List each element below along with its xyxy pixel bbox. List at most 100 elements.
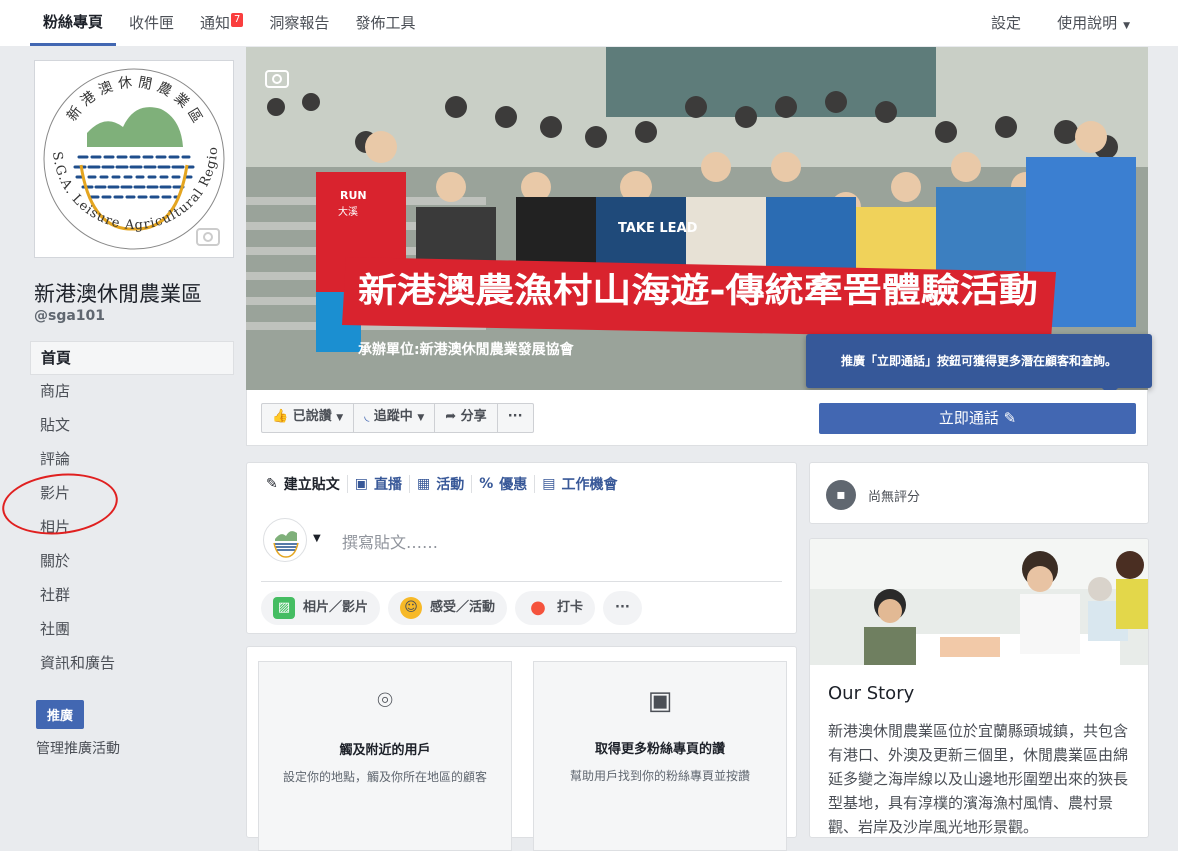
profile-picture[interactable]: 新港澳休閒農業區 S.G.A. Leisure Agricultural Reg… [30, 50, 234, 258]
tab-inbox[interactable]: 收件匣 [116, 0, 187, 46]
photo-icon: ▨ [273, 597, 295, 619]
more-button[interactable]: ··· [498, 404, 533, 432]
call-now-button[interactable]: 立即通話 ✎ [819, 403, 1136, 434]
notification-badge: 7 [231, 13, 244, 27]
page-handle[interactable]: @sga101 [34, 308, 105, 324]
logo-seal: 新港澳休閒農業區 S.G.A. Leisure Agricultural Reg… [30, 50, 225, 250]
card-description: 設定你的地點，觸及你所在地區的顧客 [282, 770, 487, 784]
tab-notifications[interactable]: 通知 7 [187, 0, 256, 46]
promote-button[interactable]: 推廣 [36, 700, 85, 729]
nav-label: 社團 [40, 620, 71, 638]
nav-item-community[interactable]: 社群 [30, 579, 234, 613]
following-label: 追蹤中 [373, 409, 413, 424]
liked-button[interactable]: 👍 已說讚 ▼ [262, 404, 355, 432]
more-options-button[interactable]: ··· [603, 591, 642, 625]
tab-label: 發佈工具 [355, 14, 416, 32]
create-post-tab[interactable]: ✎ 建立貼文 [259, 473, 347, 495]
nav-label: 關於 [40, 552, 71, 570]
following-button[interactable]: ◟ 追蹤中 ▼ [354, 404, 436, 432]
pencil-icon: ✎ [266, 476, 278, 492]
composer-tabs: ✎ 建立貼文 ▣ 直播 ▦ 活動 % 優惠 ▤ 工作機會 [259, 473, 624, 495]
nav-item-info-and-ads[interactable]: 資訊和廣告 [30, 647, 234, 681]
offer-tag-icon: % [479, 476, 494, 492]
caret-down-icon[interactable]: ▼ [313, 533, 321, 544]
share-button[interactable]: ➦ 分享 [435, 404, 498, 432]
banner-subtitle: 承辦單位:新港澳休閒農業發展協會 [358, 341, 575, 358]
nav-label: 商店 [40, 382, 71, 400]
tab-help[interactable]: 使用說明 ▼ [1039, 0, 1148, 46]
nav-label: 社群 [40, 586, 71, 604]
call-now-label: 立即通話 [938, 409, 999, 427]
tab-label: 通知 [200, 14, 231, 32]
composer-actions: ▨ 相片／影片 ☺ 感受／活動 ● 打卡 ··· [261, 591, 642, 625]
card-title: 取得更多粉絲專頁的讚 [594, 742, 725, 757]
rss-icon: ◟ [364, 409, 370, 424]
speech-bubble-icon: ▪ [826, 480, 856, 510]
caret-down-icon: ▼ [336, 413, 344, 423]
nav-label: 資訊和廣告 [40, 654, 116, 672]
tab-insights[interactable]: 洞察報告 [256, 0, 342, 46]
action-button-group: 👍 已說讚 ▼ ◟ 追蹤中 ▼ ➦ 分享 ··· [261, 403, 534, 433]
call-now-tooltip[interactable]: 推廣「立即通話」按鈕可獲得更多潛在顧客和查詢。 [806, 334, 1152, 396]
left-column: 新港澳休閒農業區 S.G.A. Leisure Agricultural Reg… [0, 46, 238, 838]
avatar[interactable] [263, 518, 307, 562]
nav-item-groups[interactable]: 社團 [30, 613, 234, 647]
post-composer: ✎ 建立貼文 ▣ 直播 ▦ 活動 % 優惠 ▤ 工作機會 ▼ 撰寫貼文…… ▨ 相片／影片 … [246, 462, 797, 634]
pill-label: 感受／活動 [430, 600, 496, 615]
job-tab[interactable]: ▤ 工作機會 [535, 473, 624, 495]
tab-label: 洞察報告 [269, 14, 330, 32]
admin-tabs: 粉絲專頁 收件匣 通知 7 洞察報告 發佈工具 [30, 0, 428, 46]
nav-label: 評論 [40, 450, 71, 468]
our-story-card[interactable]: Our Story 新港澳休閒農業區位於宜蘭縣頭城鎮，共包含有港口、外澳及更新三… [809, 538, 1149, 838]
reviews-status: 尚無評分 [868, 490, 921, 505]
tab-label: 活動 [436, 477, 465, 493]
calendar-icon: ▦ [416, 476, 431, 492]
tab-settings[interactable]: 設定 [973, 0, 1039, 46]
pencil-icon: ✎ [1003, 409, 1017, 427]
offer-tab[interactable]: % 優惠 [472, 473, 534, 495]
thumbs-up-icon: 👍 [272, 409, 289, 424]
page-name: 新港澳休閒農業區 [34, 282, 202, 306]
reviews-card[interactable]: ▪ 尚無評分 [809, 462, 1149, 524]
photo-video-button[interactable]: ▨ 相片／影片 [261, 591, 381, 625]
tab-label: 建立貼文 [283, 477, 340, 493]
story-body: 新港澳休閒農業區位於宜蘭縣頭城鎮，共包含有港口、外澳及更新三個里，休閒農業區由綿… [828, 722, 1129, 836]
tab-publishing-tools[interactable]: 發佈工具 [342, 0, 428, 46]
page-icon: ▣ [647, 686, 673, 716]
nav-label: 首頁 [41, 349, 72, 367]
nav-item-about[interactable]: 關於 [30, 545, 234, 579]
nav-item-home[interactable]: 首頁 [30, 341, 234, 375]
get-more-likes-card[interactable]: ▣ 取得更多粉絲專頁的讚 幫助用戶找到你的粉絲專頁並按讚 [533, 661, 787, 851]
banner-title: 新港澳農漁村山海遊-傳統牽罟體驗活動 [358, 271, 1038, 311]
logo-mini [273, 531, 299, 558]
live-video-icon: ▣ [354, 476, 368, 492]
tab-label: 收件匣 [129, 14, 175, 32]
caret-down-icon: ▼ [1123, 21, 1130, 31]
location-pin-icon: ● [530, 597, 546, 618]
page-admin-bar: 粉絲專頁 收件匣 通知 7 洞察報告 發佈工具 設定 使用說明 ▼ [0, 0, 1178, 46]
tab-label: 優惠 [499, 477, 528, 493]
tab-page[interactable]: 粉絲專頁 [30, 0, 117, 46]
smiley-icon: ☺ [400, 597, 423, 619]
feeling-activity-button[interactable]: ☺ 感受／活動 [388, 591, 508, 625]
tab-label: 直播 [373, 477, 402, 493]
tee-text: TAKE LEAD [618, 221, 698, 236]
check-in-button[interactable]: ● 打卡 [515, 591, 596, 625]
page-action-bar: 👍 已說讚 ▼ ◟ 追蹤中 ▼ ➦ 分享 ··· 立即通話 ✎ [246, 390, 1148, 446]
story-image [810, 539, 1148, 665]
tab-label: 設定 [991, 14, 1022, 32]
shirt-text-2: 大溪 [338, 205, 358, 218]
caret-down-icon: ▼ [417, 413, 425, 423]
nav-item-reviews[interactable]: 評論 [30, 443, 234, 477]
reach-nearby-card[interactable]: ⌾ 觸及附近的用戶 設定你的地點，觸及你所在地區的顧客 [258, 661, 512, 851]
liked-label: 已說讚 [292, 409, 332, 424]
shirt-text: RUN [340, 189, 367, 202]
manage-promotions-link[interactable]: 管理推廣活動 [36, 738, 120, 758]
live-tab[interactable]: ▣ 直播 [348, 473, 409, 495]
post-input[interactable]: 撰寫貼文…… [342, 529, 438, 553]
pill-label: 相片／影片 [303, 600, 369, 615]
briefcase-icon: ▤ [542, 476, 556, 492]
nav-item-posts[interactable]: 貼文 [30, 409, 234, 443]
nav-item-shop[interactable]: 商店 [30, 375, 234, 409]
event-tab[interactable]: ▦ 活動 [410, 473, 471, 495]
